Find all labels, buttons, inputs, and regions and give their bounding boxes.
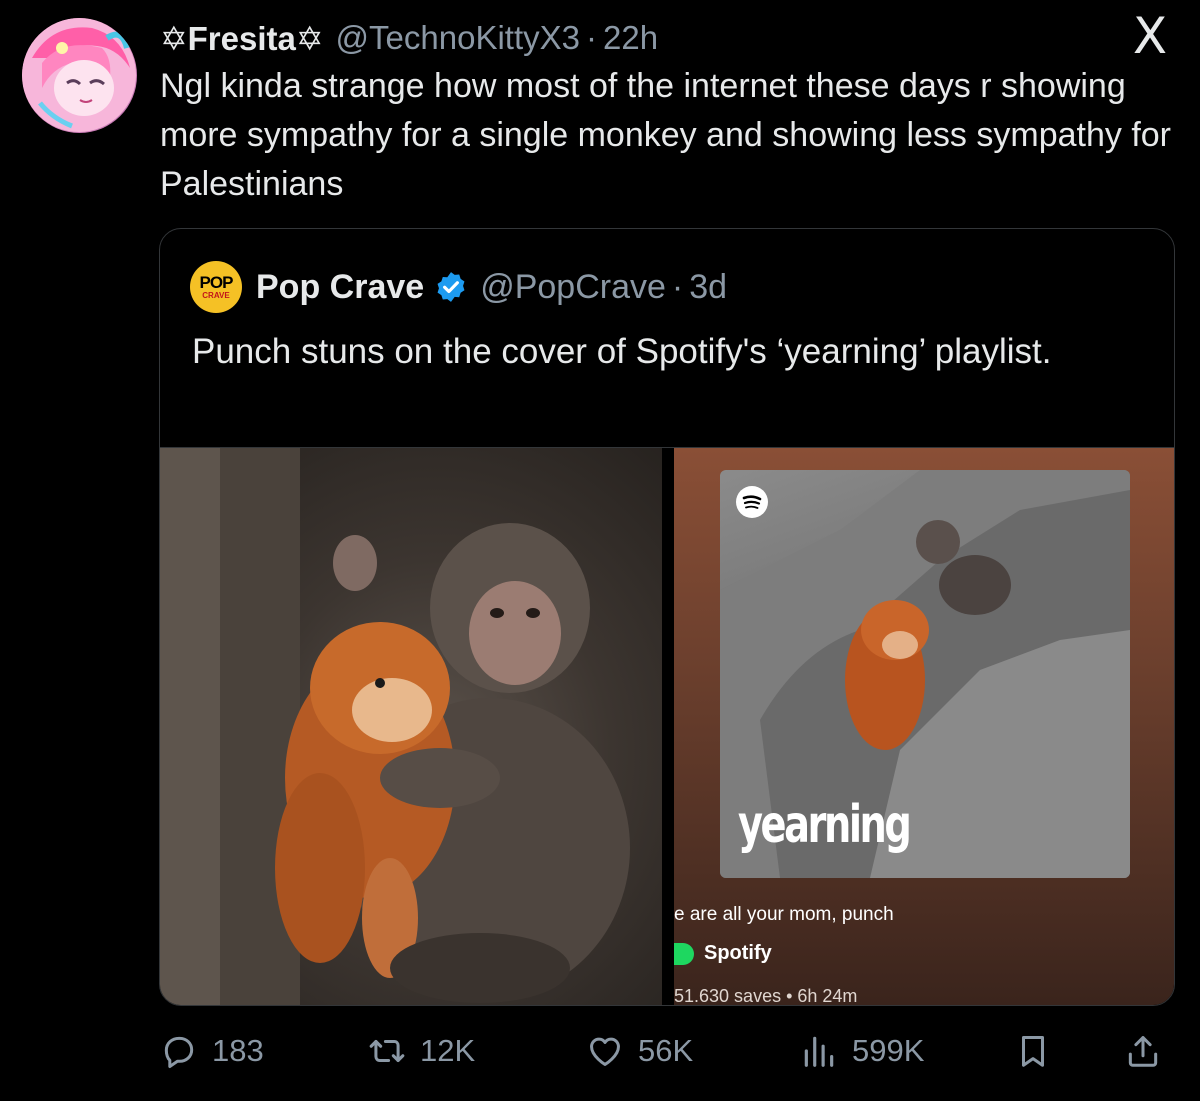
separator-dot: · xyxy=(671,267,684,306)
share-button[interactable] xyxy=(1124,1026,1176,1076)
media-grid: yearning e are all your mom, punch Spoti… xyxy=(160,447,1174,1006)
spotify-screenshot[interactable]: yearning e are all your mom, punch Spoti… xyxy=(674,448,1174,1006)
playlist-meta: 51.630 saves • 6h 24m xyxy=(674,986,858,1006)
playlist-description: e are all your mom, punch xyxy=(674,904,894,925)
playlist-cover-title: yearning xyxy=(738,795,912,855)
avatar[interactable] xyxy=(22,18,137,133)
quoted-handle[interactable]: @PopCrave xyxy=(480,268,666,307)
repost-icon xyxy=(369,1039,405,1063)
spotify-logo-icon xyxy=(674,942,694,965)
like-count: 56K xyxy=(638,1033,694,1068)
avatar-logo-text-top: POP xyxy=(199,272,234,292)
action-bar: 183 12K 56K 599K xyxy=(160,1026,1170,1076)
playlist-cover[interactable]: yearning xyxy=(720,470,1130,878)
display-name[interactable]: ✡Fresita✡ xyxy=(160,19,324,58)
quoted-timestamp[interactable]: 3d xyxy=(689,268,727,307)
anime-girl-avatar-image xyxy=(22,18,136,132)
share-icon xyxy=(1128,1036,1158,1067)
reply-button[interactable]: 183 xyxy=(160,1026,264,1076)
pop-crave-avatar[interactable]: POP CRAVE xyxy=(190,261,242,313)
verified-badge-icon xyxy=(437,272,465,302)
tweet-header: ✡Fresita✡ @TechnoKittyX3 · 22h xyxy=(160,16,1176,60)
spotify-icon xyxy=(736,486,768,518)
repost-button[interactable]: 12K xyxy=(368,1026,475,1076)
quoted-tweet-text: Punch stuns on the cover of Spotify's ‘y… xyxy=(192,332,1052,371)
bookmark-button[interactable] xyxy=(1014,1026,1066,1076)
avatar-logo-text-bottom: CRAVE xyxy=(202,290,230,300)
monkey-hugging-plush-image xyxy=(160,448,630,1005)
views-button[interactable]: 599K xyxy=(800,1026,924,1076)
views-count: 599K xyxy=(852,1033,925,1068)
like-button[interactable]: 56K xyxy=(586,1026,693,1076)
tweet-text: Ngl kinda strange how most of the intern… xyxy=(160,67,1172,203)
reply-icon xyxy=(164,1036,194,1069)
like-icon xyxy=(590,1037,620,1066)
x-logo-icon: X xyxy=(1132,7,1168,65)
separator-dot: · xyxy=(586,19,597,56)
monkey-photo[interactable] xyxy=(160,448,662,1005)
playlist-owner[interactable]: Spotify xyxy=(674,942,772,965)
reply-count: 183 xyxy=(212,1033,264,1068)
views-icon xyxy=(804,1036,834,1067)
quoted-tweet[interactable]: POP CRAVE Pop Crave @PopCrave · 3d Punch… xyxy=(159,228,1175,1006)
playlist-owner-name: Spotify xyxy=(704,942,772,964)
quoted-tweet-header: POP CRAVE Pop Crave @PopCrave · 3d xyxy=(190,261,727,313)
timestamp[interactable]: 22h xyxy=(603,19,658,57)
quoted-display-name[interactable]: Pop Crave xyxy=(256,268,424,307)
handle[interactable]: @TechnoKittyX3 xyxy=(336,19,580,57)
repost-count: 12K xyxy=(420,1033,476,1068)
bookmark-icon xyxy=(1021,1036,1045,1067)
